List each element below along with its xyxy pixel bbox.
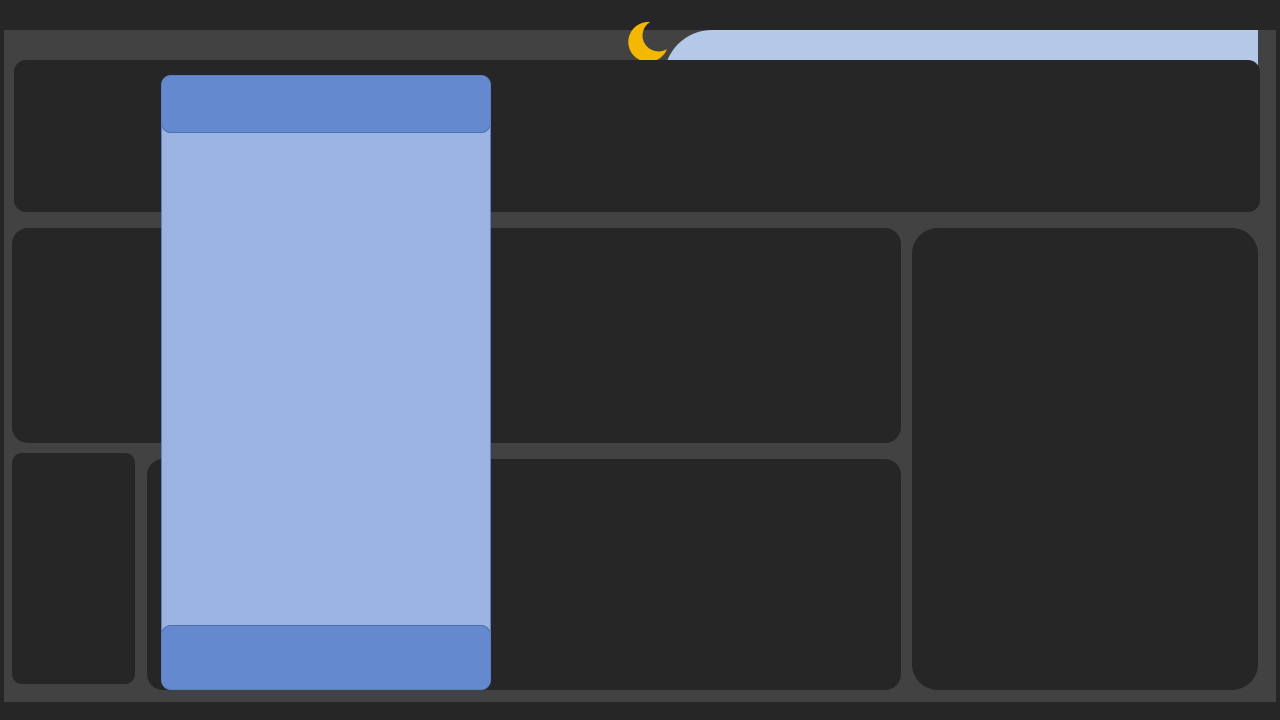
side-drawer[interactable]: [161, 75, 491, 690]
drawer-header[interactable]: [162, 76, 490, 133]
drawer-footer[interactable]: [162, 625, 490, 689]
small-panel: [12, 453, 135, 684]
right-panel: [912, 228, 1258, 690]
moon-icon[interactable]: [624, 19, 668, 63]
